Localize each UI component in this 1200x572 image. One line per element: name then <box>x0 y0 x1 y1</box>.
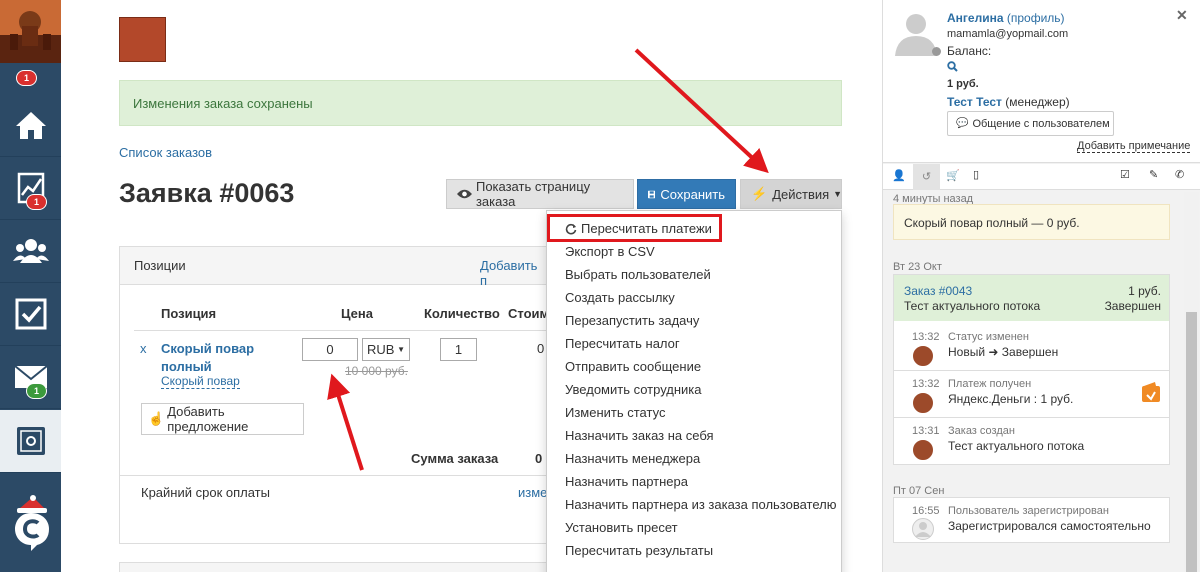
panel-tabs: 👤 ↺ 🛒 ▯ ☑ ✎ ✆ <box>883 164 1200 190</box>
balance-value: 1 руб. <box>947 78 979 90</box>
tab-history-icon[interactable]: ↺ <box>913 164 940 190</box>
wallet-icon <box>1142 382 1160 402</box>
order-event-group: Заказ #0043 1 руб. Тест актуального пото… <box>893 274 1170 465</box>
offline-indicator <box>932 47 941 56</box>
menu-item-export-csv[interactable]: Экспорт в CSV <box>565 244 655 259</box>
user-profile-link[interactable]: (профиль) <box>1007 11 1065 25</box>
balance-label: Баланс: <box>947 44 992 58</box>
menu-item-notify-employee[interactable]: Уведомить сотрудника <box>565 382 702 397</box>
menu-item-assign-partner[interactable]: Назначить партнера <box>565 474 688 489</box>
menu-item-create-mailing[interactable]: Создать рассылку <box>565 290 675 305</box>
tab-cart-icon[interactable]: 🛒 <box>946 169 960 182</box>
scrollbar[interactable] <box>1184 192 1199 572</box>
event-divider <box>894 370 1169 371</box>
recent-event-text: Скорый повар полный — 0 руб. <box>904 216 1080 230</box>
menu-item-label: Пересчитать платежи <box>581 221 712 236</box>
event-time: 16:55 <box>912 505 940 517</box>
event-title: Статус изменен <box>948 331 1029 343</box>
menu-item-assign-manager[interactable]: Назначить менеджера <box>565 451 700 466</box>
menu-item-assign-self[interactable]: Назначить заказ на себя <box>565 428 714 443</box>
registration-event: 16:55 Пользователь зарегистрирован Зарег… <box>893 497 1170 543</box>
event-text: Яндекс.Деньги : 1 руб. <box>948 392 1074 406</box>
manager-link[interactable]: Тест Тест <box>947 95 1002 109</box>
tab-user-icon[interactable]: 👤 <box>892 169 906 182</box>
manager-line: Тест Тест (менеджер) <box>947 95 1070 109</box>
event-title: Пользователь зарегистрирован <box>948 505 1109 517</box>
feed-date-2: Пт 07 Сен <box>893 485 945 497</box>
order-status: Завершен <box>1104 299 1161 313</box>
menu-item-recalc-tax[interactable]: Пересчитать налог <box>565 336 680 351</box>
status-from: Новый <box>948 345 986 359</box>
menu-item-recalc-payments[interactable]: Пересчитать платежи <box>565 221 712 236</box>
order-subtitle: Тест актуального потока <box>904 299 1041 313</box>
order-header[interactable]: Заказ #0043 1 руб. Тест актуального пото… <box>894 275 1169 321</box>
order-link[interactable]: Заказ #0043 <box>904 284 972 298</box>
menu-item-select-users[interactable]: Выбрать пользователей <box>565 267 711 282</box>
status-to: Завершен <box>1001 345 1059 359</box>
arrow-to-actions <box>634 48 769 174</box>
menu-item-recalc-results[interactable]: Пересчитать результаты <box>565 543 713 558</box>
comments-icon: 💬 <box>956 118 969 129</box>
event-time: 13:32 <box>912 378 940 390</box>
actions-dropdown: Пересчитать платежи Экспорт в CSV Выбрат… <box>546 210 842 572</box>
refresh-icon <box>565 223 577 234</box>
avatar <box>912 345 934 367</box>
avatar <box>912 439 934 461</box>
scrollbar-thumb[interactable] <box>1186 312 1197 572</box>
menu-item-send-message[interactable]: Отправить сообщение <box>565 359 701 374</box>
event-title: Платеж получен <box>948 378 1032 390</box>
search-icon[interactable] <box>947 61 958 72</box>
event-time: 13:32 <box>912 331 940 343</box>
add-note-link[interactable]: Добавить примечание <box>1077 140 1191 153</box>
feed-date-1: Вт 23 Окт <box>893 261 942 273</box>
event-time: 13:31 <box>912 425 940 437</box>
manager-role: (менеджер) <box>1005 95 1070 109</box>
user-name-line: Ангелина (профиль) <box>947 11 1065 25</box>
chat-with-user-button[interactable]: 💬 Общение с пользователем <box>947 111 1114 136</box>
menu-item-set-preset[interactable]: Установить пресет <box>565 520 678 535</box>
tab-tasks-icon[interactable]: ☑ <box>1120 168 1130 181</box>
recent-event-card[interactable]: Скорый повар полный — 0 руб. <box>893 204 1170 240</box>
event-text: Зарегистрировался самостоятельно <box>948 519 1151 533</box>
order-amount: 1 руб. <box>1128 284 1161 298</box>
tab-mobile-icon[interactable]: ▯ <box>973 168 979 181</box>
default-avatar-icon <box>912 518 934 540</box>
menu-item-change-status[interactable]: Изменить статус <box>565 405 665 420</box>
event-status-change: Новый ➜ Завершен <box>948 345 1058 359</box>
avatar <box>912 392 934 414</box>
close-icon[interactable]: ✕ <box>1176 7 1188 24</box>
arrow-right-icon: ➜ <box>988 345 999 359</box>
menu-item-assign-partner-user[interactable]: Назначить партнера из заказа пользовател… <box>565 497 837 512</box>
tab-edit-icon[interactable]: ✎ <box>1149 168 1158 181</box>
menu-item-restart-task[interactable]: Перезапустить задачу <box>565 313 699 328</box>
event-text: Тест актуального потока <box>948 439 1085 453</box>
user-card: Ангелина (профиль) mamamla@yopmail.com Б… <box>883 0 1200 163</box>
tab-phone-icon[interactable]: ✆ <box>1175 168 1184 181</box>
event-divider <box>894 417 1169 418</box>
user-side-panel: Ангелина (профиль) mamamla@yopmail.com Б… <box>882 0 1200 572</box>
user-name-link[interactable]: Ангелина <box>947 11 1004 25</box>
user-email: mamamla@yopmail.com <box>947 28 1069 40</box>
arrow-to-price <box>327 373 364 471</box>
event-title: Заказ создан <box>948 425 1015 437</box>
chat-label: Общение с пользователем <box>972 117 1110 130</box>
